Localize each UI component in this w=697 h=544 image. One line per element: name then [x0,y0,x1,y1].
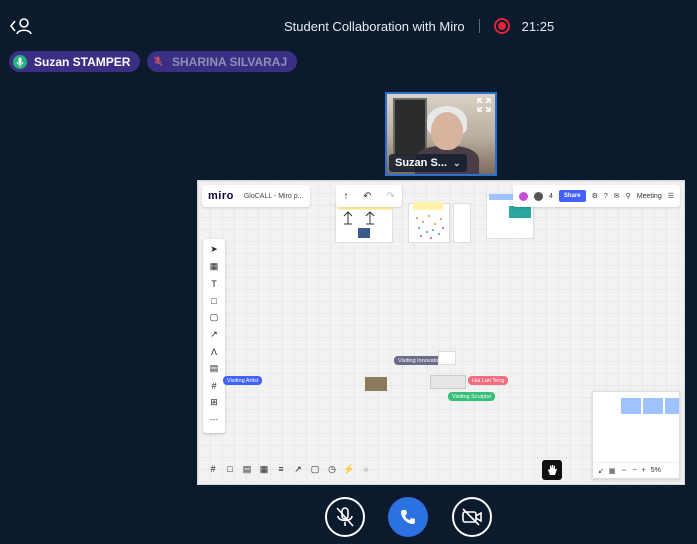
board-frame[interactable] [335,202,393,243]
sticky-note [413,202,443,210]
search-icon[interactable]: ⚲ [626,192,631,200]
mic-on-icon [13,54,27,69]
zoom-out-icon[interactable]: − [633,467,637,474]
miro-header-bar: miro GloCALL - Miro p... [202,185,310,207]
comment-tool-icon[interactable]: ▤ [207,362,221,375]
voting-icon[interactable]: ⚡ [343,463,355,475]
select-tool-icon[interactable]: ➤ [207,243,221,256]
participant-video-tile[interactable]: Suzan S... ⌄ [385,92,497,176]
camera-off-icon[interactable] [452,497,492,537]
chevron-down-icon[interactable]: ⌄ [453,158,461,169]
meeting-header: Student Collaboration with Miro 21:25 [284,18,554,34]
miro-left-toolbar: ➤ ▦ T □ ▢ ↗ Λ ▤ # ⊞ ⋯ [203,239,225,433]
miro-board-share[interactable]: miro GloCALL - Miro p... ↑ ↶ ↷ 4 Share ⚙… [197,180,685,485]
collapse-toolbar-icon[interactable]: » [360,463,372,475]
miro-collab-bar: 4 Share ⚙ ? ✉ ⚲ Meeting ☰ [513,185,680,207]
pen-tool-icon[interactable]: Λ [207,345,221,358]
board-image [509,206,531,218]
board-card [438,351,456,365]
collaborator-avatar[interactable] [534,191,544,201]
more-tools-icon[interactable]: ⋯ [207,413,221,426]
cursor-label: Hui Lan Teng [468,376,509,385]
frame-tool-icon[interactable]: # [207,379,221,392]
collapse-minimap-icon[interactable]: ↙ [598,467,604,475]
mic-muted-icon [151,55,165,69]
leave-back-icon[interactable] [8,16,34,36]
participant-pill-active[interactable]: Suzan STAMPER [9,51,141,72]
minimap-item [643,398,663,414]
settings-icon[interactable]: ⚙ [592,192,598,200]
cursor-label: Visiting Innovator [394,356,445,365]
meeting-button[interactable]: Meeting [637,193,662,200]
minimap-item [621,398,641,414]
notes-icon[interactable]: ≡ [275,463,287,475]
board-name[interactable]: GloCALL - Miro p... [244,193,304,200]
recording-icon [493,18,510,34]
phone-icon[interactable] [388,497,428,537]
header-divider [478,19,480,33]
board-menu-icon[interactable]: ☰ [668,192,674,200]
board-frame[interactable] [408,202,450,243]
participant-name: SHARINA SILVARAJ [172,54,288,69]
zoom-in-icon[interactable]: + [642,467,646,474]
video-conference-window: Student Collaboration with Miro 21:25 Su… [0,0,697,544]
minimap-controls: ↙ ▦ ⇔ − + 5% [593,462,679,478]
map-icon[interactable]: ▦ [609,467,616,475]
expand-icon[interactable] [477,98,491,112]
hand-tool-icon[interactable] [542,460,562,480]
notification-icon[interactable]: ✉ [614,192,620,200]
help-icon[interactable]: ? [604,193,608,200]
participant-pill-muted[interactable]: SHARINA SILVARAJ [147,51,298,72]
miro-bottom-toolbar: # □ ▤ ▦ ≡ ↗ ▢ ◷ ⚡ » [203,460,376,478]
meeting-timer: 21:25 [521,18,555,34]
timer-icon[interactable]: ◷ [326,463,338,475]
video-window-frame [393,98,427,156]
fit-screen-icon[interactable]: ⇔ [621,467,628,474]
comments-icon[interactable]: ▤ [241,463,253,475]
sticky-note-tool-icon[interactable]: □ [207,294,221,307]
export-icon[interactable]: ↑ [343,191,348,202]
share-button[interactable]: Share [558,190,586,202]
miro-quick-actions: ↑ ↶ ↷ [336,185,402,207]
board-frame[interactable] [453,203,471,243]
zoom-level: 5% [650,467,661,474]
screen-share-icon[interactable]: ↗ [292,463,304,475]
connector-tool-icon[interactable]: ↗ [207,328,221,341]
cards-icon[interactable]: ▦ [258,463,270,475]
redo-icon[interactable]: ↷ [386,191,394,202]
upload-tool-icon[interactable]: ⊞ [207,396,221,409]
text-tool-icon[interactable]: T [207,277,221,290]
chat-icon[interactable]: □ [224,463,236,475]
frames-icon[interactable]: # [207,463,219,475]
presentation-icon[interactable]: ▢ [309,463,321,475]
minimap-item [665,398,679,414]
undo-icon[interactable]: ↶ [363,191,371,202]
participant-count: 4 [549,192,553,200]
meeting-title: Student Collaboration with Miro [284,18,465,34]
board-card [430,375,466,389]
mic-off-icon[interactable] [325,497,365,537]
board-image [365,377,387,391]
cursor-label: Visiting Artist [223,376,263,385]
template-tool-icon[interactable]: ▦ [207,260,221,273]
participant-name: Suzan STAMPER [34,54,131,69]
collaborator-avatar[interactable] [519,191,529,201]
cursor-label: Visiting Sculptor [448,392,496,401]
miro-logo: miro [208,190,234,202]
video-name-label: Suzan S... ⌄ [389,154,467,172]
video-name: Suzan S... [395,157,447,169]
shape-tool-icon[interactable]: ▢ [207,311,221,324]
person-face [431,112,463,150]
board-minimap[interactable]: ↙ ▦ ⇔ − + 5% [592,391,680,479]
